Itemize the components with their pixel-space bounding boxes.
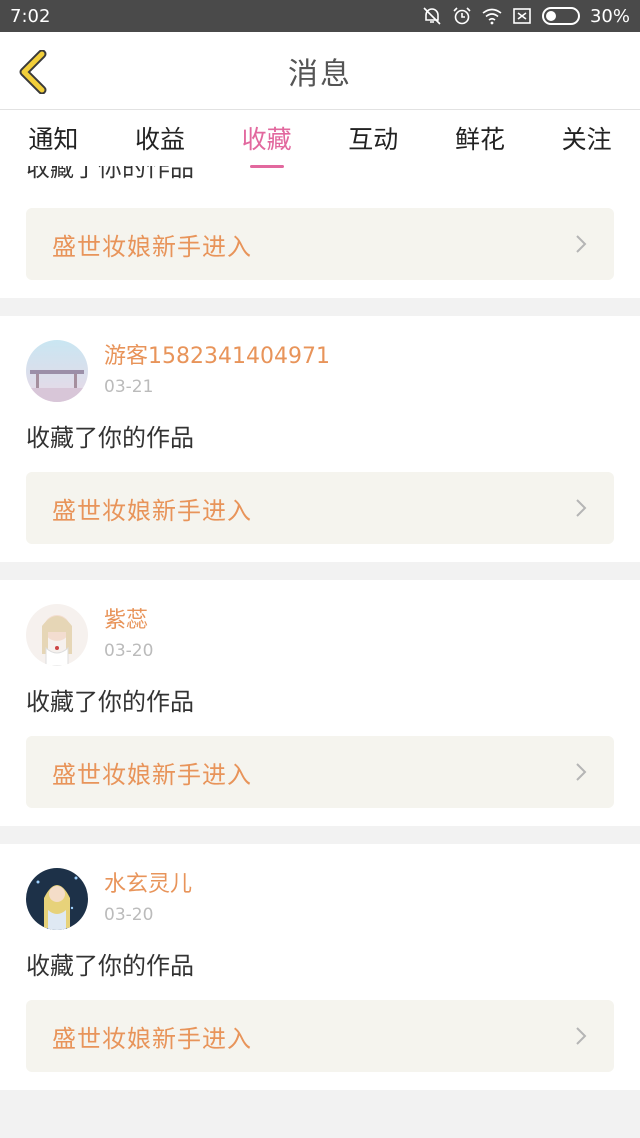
work-link-label: 盛世妆娘新手进入 [52,1024,252,1053]
no-sim-icon [513,8,531,24]
battery-icon [541,7,580,25]
work-link[interactable]: 盛世妆娘新手进入 [26,1000,614,1072]
work-link-label: 盛世妆娘新手进入 [52,232,252,261]
message-card: 紫蕊 03-20 收藏了你的作品 盛世妆娘新手进入 [0,580,640,826]
status-time: 7:02 [10,5,51,27]
tab-flowers[interactable]: 鲜花 [451,120,509,156]
status-icons: 30% [422,6,630,27]
page-title: 消息 [288,56,352,92]
tab-interactions[interactable]: 互动 [344,120,402,156]
user-row: 紫蕊 03-20 [26,580,614,666]
avatar[interactable] [26,868,88,930]
chevron-right-icon [576,1027,587,1045]
username[interactable]: 游客1582341404971 [104,342,330,372]
work-link[interactable]: 盛世妆娘新手进入 [26,472,614,544]
user-row: 游客1582341404971 03-21 [26,316,614,402]
action-text: 收藏了你的作品 [26,952,194,980]
user-meta: 紫蕊 03-20 [104,606,153,664]
work-link-label: 盛世妆娘新手进入 [52,760,252,789]
status-bar: 7:02 30% [0,0,640,32]
battery-percent: 30% [589,5,630,27]
nav-bar: 消息 [0,32,640,110]
tab-bar: 通知 收益 收藏 互动 鲜花 关注 [0,110,640,168]
username[interactable]: 水玄灵儿 [104,870,192,900]
work-link[interactable]: 盛世妆娘新手进入 [26,208,614,280]
message-card: 游客1582341404971 03-21 收藏了你的作品 盛世妆娘新手进入 [0,316,640,562]
back-chevron-icon[interactable] [14,50,54,94]
action-text: 收藏了你的作品 [26,166,194,182]
alarm-off-icon [423,7,441,25]
wifi-icon [482,8,502,25]
avatar[interactable] [26,604,88,666]
tab-favorites[interactable]: 收藏 [238,120,296,168]
message-date: 03-21 [104,377,154,397]
action-text: 收藏了你的作品 [26,424,194,452]
tab-notifications[interactable]: 通知 [24,120,82,156]
message-date: 03-20 [104,641,154,661]
work-link[interactable]: 盛世妆娘新手进入 [26,736,614,808]
avatar[interactable] [26,340,88,402]
work-link-label: 盛世妆娘新手进入 [52,496,252,525]
user-meta: 水玄灵儿 03-20 [104,870,192,928]
user-row: 水玄灵儿 03-20 [26,844,614,930]
tab-earnings[interactable]: 收益 [131,120,189,156]
message-feed[interactable]: 收藏了你的作品 盛世妆娘新手进入 游客1582341404971 03-21 收… [0,166,640,1138]
user-meta: 游客1582341404971 03-21 [104,342,330,400]
chevron-right-icon [576,499,587,517]
message-card: 收藏了你的作品 盛世妆娘新手进入 [0,166,640,298]
username[interactable]: 紫蕊 [104,606,153,636]
chevron-right-icon [576,235,587,253]
alarm-clock-icon [453,7,471,25]
chevron-right-icon [576,763,587,781]
message-card: 水玄灵儿 03-20 收藏了你的作品 盛世妆娘新手进入 [0,844,640,1090]
message-date: 03-20 [104,905,154,925]
action-text: 收藏了你的作品 [26,688,194,716]
tab-follows[interactable]: 关注 [558,120,616,156]
